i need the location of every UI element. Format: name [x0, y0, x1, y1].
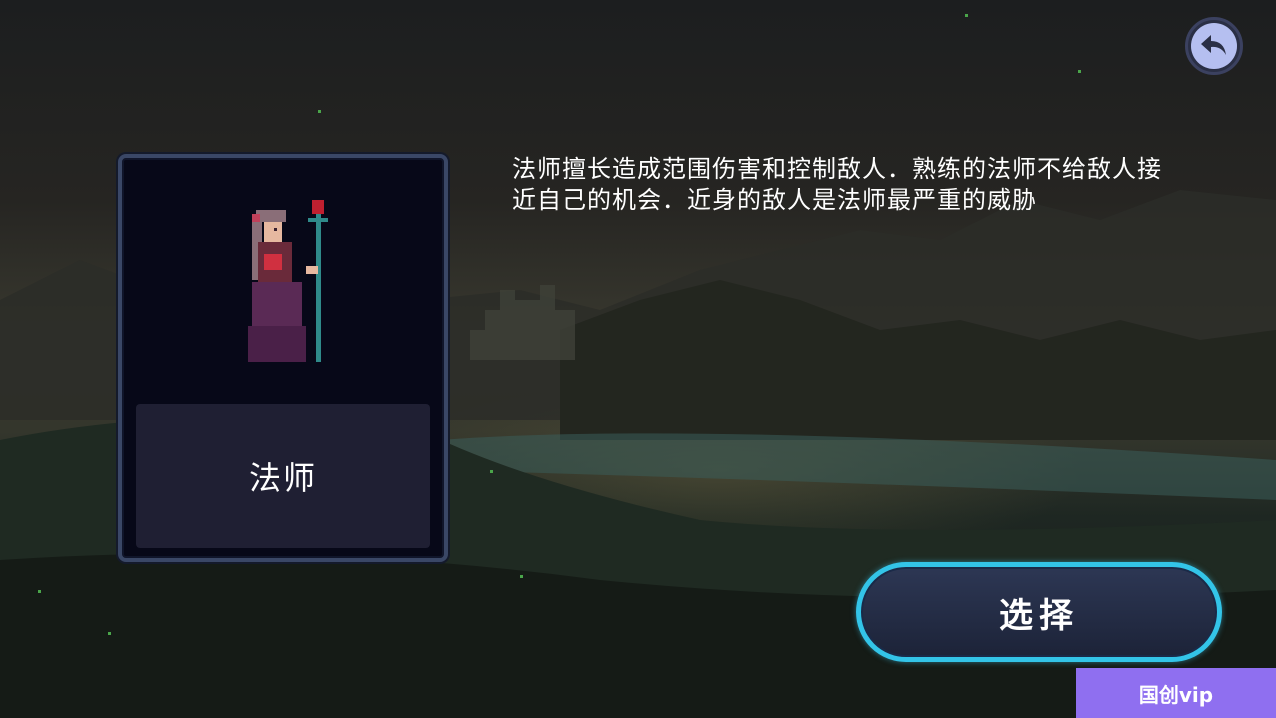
character-name-panel: 法师 [136, 404, 430, 548]
character-name: 法师 [248, 459, 317, 497]
select-button[interactable]: 选择 [856, 562, 1222, 662]
watermark-logo: 国创vip [1076, 668, 1276, 718]
mage-portrait [248, 200, 328, 362]
select-button-label: 选择 [999, 595, 1079, 636]
back-button-face [1191, 23, 1237, 69]
back-button[interactable] [1185, 17, 1243, 75]
watermark-text: 国创vip [1138, 682, 1214, 707]
character-card[interactable]: 法师 [118, 154, 448, 562]
back-arrow-icon [1201, 35, 1226, 55]
character-description: 法师擅长造成范围伤害和控制敌人．熟练的法师不给敌人接近自己的机会．近身的敌人是法… [512, 155, 1162, 214]
